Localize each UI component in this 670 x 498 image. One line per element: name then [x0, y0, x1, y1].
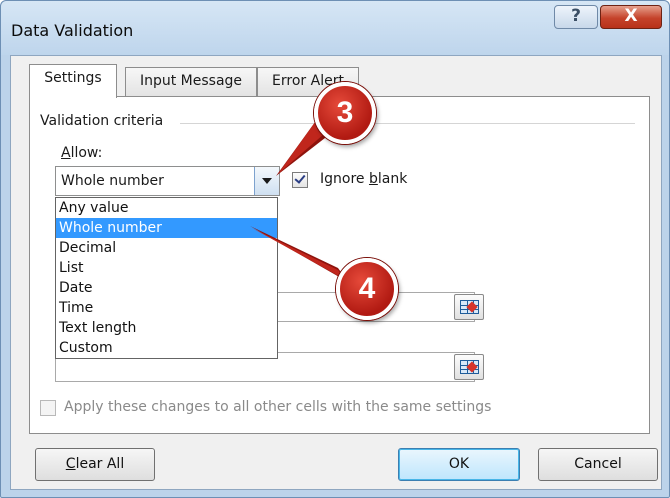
callout-pointers — [250, 118, 348, 282]
callout-3-badge: 3 — [314, 82, 376, 144]
callout-4-badge: 4 — [336, 258, 398, 320]
